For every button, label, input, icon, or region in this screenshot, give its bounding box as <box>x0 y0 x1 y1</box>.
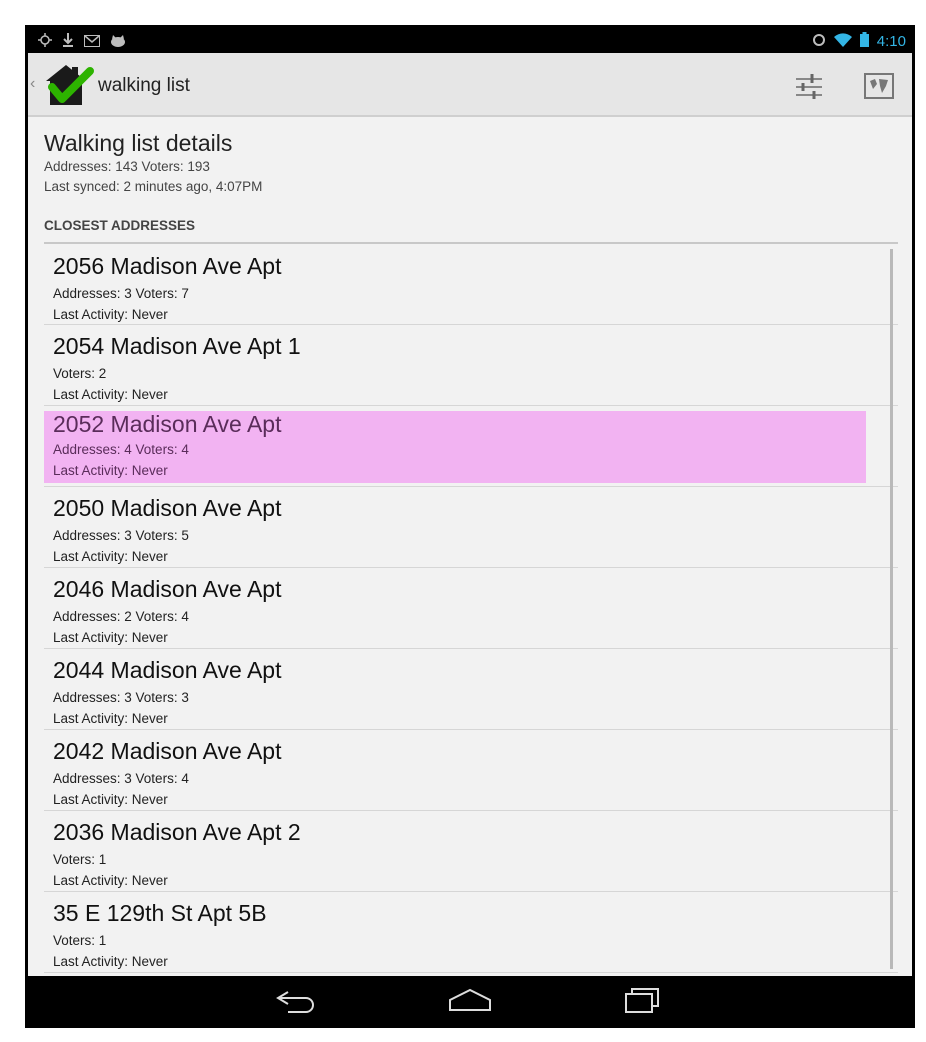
battery-icon <box>859 32 869 50</box>
address-label: 35 E 129th St Apt 5B <box>53 900 267 926</box>
status-time: 4:10 <box>876 32 906 50</box>
scrollbar[interactable] <box>890 249 893 969</box>
home-icon[interactable] <box>440 984 500 1016</box>
navigation-bar <box>28 976 912 1024</box>
address-label: 2036 Madison Ave Apt 2 <box>53 819 301 845</box>
list-item[interactable]: 35 E 129th St Apt 5B Voters: 1 Last Acti… <box>44 895 866 975</box>
divider <box>44 648 898 649</box>
address-counts: Addresses: 3 Voters: 7 <box>53 286 189 301</box>
details-title: Walking list details <box>44 130 233 156</box>
divider <box>44 405 898 406</box>
address-activity: Last Activity: Never <box>53 463 168 478</box>
list-item[interactable]: 2054 Madison Ave Apt 1 Voters: 2 Last Ac… <box>44 328 866 408</box>
details-counts: Addresses: 143 Voters: 193 <box>44 159 210 174</box>
section-header: CLOSEST ADDRESSES <box>44 217 898 244</box>
address-activity: Last Activity: Never <box>53 387 168 402</box>
address-label: 2052 Madison Ave Apt <box>53 411 282 437</box>
address-activity: Last Activity: Never <box>53 954 168 969</box>
address-activity: Last Activity: Never <box>53 307 168 322</box>
address-counts: Addresses: 3 Voters: 5 <box>53 528 189 543</box>
filter-icon[interactable] <box>792 69 826 103</box>
address-activity: Last Activity: Never <box>53 711 168 726</box>
divider <box>44 486 898 487</box>
up-caret-icon[interactable]: ‹ <box>30 75 35 93</box>
list-item[interactable]: 2046 Madison Ave Apt Addresses: 2 Voters… <box>44 571 866 651</box>
address-counts: Voters: 1 <box>53 852 107 867</box>
address-label: 2046 Madison Ave Apt <box>53 576 282 602</box>
details-synced: Last synced: 2 minutes ago, 4:07PM <box>44 179 263 194</box>
address-activity: Last Activity: Never <box>53 792 168 807</box>
list-item[interactable]: 2050 Madison Ave Apt Addresses: 3 Voters… <box>44 490 866 570</box>
address-counts: Addresses: 3 Voters: 4 <box>53 771 189 786</box>
address-counts: Voters: 2 <box>53 366 107 381</box>
back-icon[interactable] <box>268 984 328 1016</box>
list-item-selected[interactable]: 2052 Madison Ave Apt Addresses: 4 Voters… <box>44 411 866 483</box>
app-title: walking list <box>98 75 190 96</box>
screen: 4:10 ‹ walking list Walking list details… <box>28 29 912 1024</box>
gps-icon <box>38 33 52 50</box>
divider <box>44 810 898 811</box>
divider <box>44 972 898 973</box>
walking-list-details: Walking list details Addresses: 143 Vote… <box>44 129 262 197</box>
address-list[interactable]: 2056 Madison Ave Apt Addresses: 3 Voters… <box>44 244 898 1024</box>
address-activity: Last Activity: Never <box>53 873 168 888</box>
address-label: 2044 Madison Ave Apt <box>53 657 282 683</box>
address-label: 2054 Madison Ave Apt 1 <box>53 333 301 359</box>
list-item[interactable]: 2036 Madison Ave Apt 2 Voters: 1 Last Ac… <box>44 814 866 894</box>
address-counts: Voters: 1 <box>53 933 107 948</box>
list-item[interactable]: 2044 Madison Ave Apt Addresses: 3 Voters… <box>44 652 866 732</box>
divider <box>44 567 898 568</box>
gmail-icon <box>84 34 100 50</box>
address-label: 2050 Madison Ave Apt <box>53 495 282 521</box>
map-icon[interactable] <box>862 69 896 103</box>
address-activity: Last Activity: Never <box>53 630 168 645</box>
sync-icon <box>812 33 826 50</box>
address-counts: Addresses: 2 Voters: 4 <box>53 609 189 624</box>
section-header-label: CLOSEST ADDRESSES <box>44 218 196 233</box>
list-item[interactable]: 2042 Madison Ave Apt Addresses: 3 Voters… <box>44 733 866 813</box>
list-item[interactable]: 2056 Madison Ave Apt Addresses: 3 Voters… <box>44 248 866 328</box>
address-label: 2042 Madison Ave Apt <box>53 738 282 764</box>
status-bar: 4:10 <box>28 29 912 53</box>
cat-icon <box>110 34 126 50</box>
divider <box>44 729 898 730</box>
divider <box>44 891 898 892</box>
address-activity: Last Activity: Never <box>53 549 168 564</box>
address-label: 2056 Madison Ave Apt <box>53 253 282 279</box>
recents-icon[interactable] <box>612 984 672 1016</box>
divider <box>44 324 898 325</box>
address-counts: Addresses: 3 Voters: 3 <box>53 690 189 705</box>
app-logo-icon[interactable] <box>42 61 94 109</box>
wifi-icon <box>833 32 852 50</box>
address-counts: Addresses: 4 Voters: 4 <box>53 442 189 457</box>
action-bar: ‹ walking list <box>28 53 912 117</box>
download-icon <box>62 33 74 50</box>
